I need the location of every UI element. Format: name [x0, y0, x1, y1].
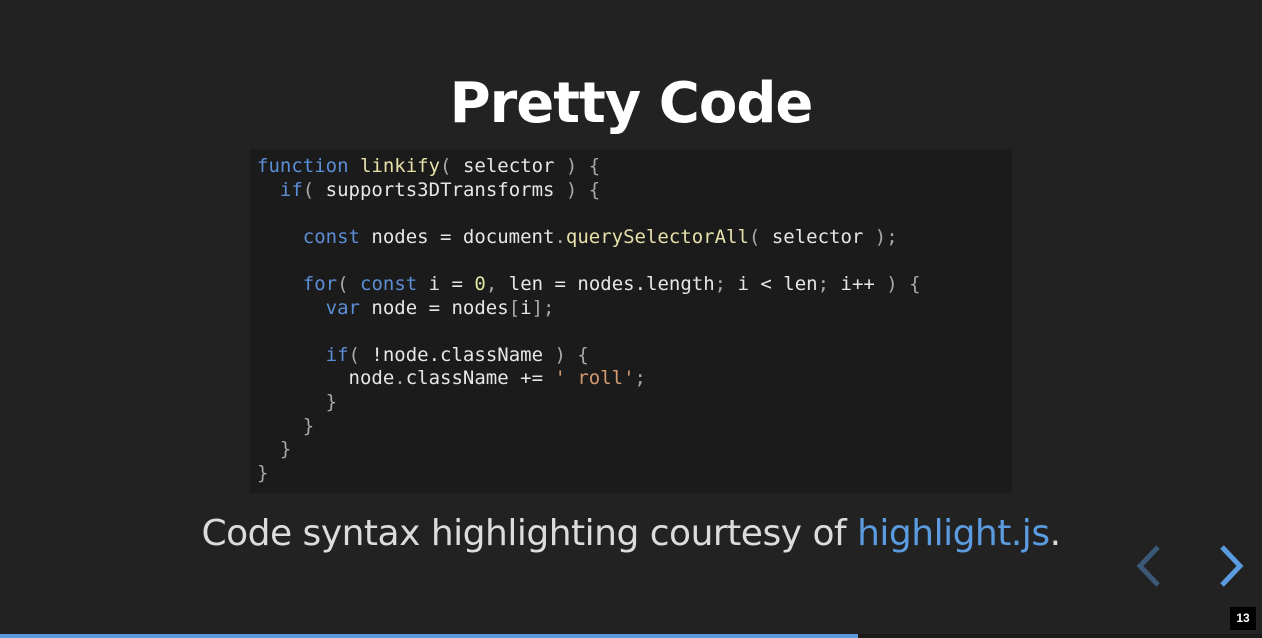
- code-token: (: [440, 155, 452, 177]
- code-line: var node = nodes[i];: [257, 297, 1012, 321]
- code-line: }: [257, 391, 1012, 415]
- code-token: var: [325, 296, 360, 319]
- code-token: if: [279, 178, 303, 201]
- next-slide-button[interactable]: [1214, 543, 1248, 589]
- code-line: node.className += ' roll';: [257, 367, 1012, 391]
- code-token: i =: [417, 272, 475, 295]
- code-line: function linkify( selector ) {: [257, 155, 1012, 179]
- code-token: const: [360, 272, 418, 295]
- code-token: (: [302, 178, 315, 201]
- code-token: const: [302, 225, 360, 248]
- code-token: ;: [714, 272, 727, 295]
- code-token: }: [325, 390, 338, 413]
- code-line: if( supports3DTransforms ) {: [257, 179, 1012, 203]
- code-line: }: [257, 438, 1012, 462]
- code-token: className +=: [405, 367, 555, 390]
- code-token: for: [302, 272, 338, 295]
- code-token: supports3DTransforms: [314, 178, 566, 201]
- progress-bar: [0, 634, 1262, 638]
- code-token: ;: [817, 272, 830, 295]
- code-block: function linkify( selector ) { if( suppo…: [250, 149, 1012, 493]
- code-token: i: [520, 296, 532, 319]
- code-token: ) {: [554, 343, 589, 366]
- code-token: );: [874, 225, 898, 248]
- code-line: }: [257, 415, 1012, 439]
- code-token: len = nodes.length: [497, 272, 715, 295]
- code-line: const nodes = document.querySelectorAll(…: [257, 226, 1012, 250]
- code-token: if: [325, 343, 349, 366]
- chevron-right-icon: [1220, 545, 1244, 587]
- code-line: if( !node.className ) {: [257, 344, 1012, 368]
- code-token: ) {: [886, 272, 921, 295]
- code-token: node = nodes: [359, 296, 509, 319]
- code-token: function: [257, 155, 349, 177]
- code-token: .: [394, 367, 406, 390]
- code-token: selector: [451, 155, 566, 177]
- prev-slide-button[interactable]: [1132, 543, 1166, 589]
- progress-bar-fill: [0, 634, 859, 638]
- code-line: for( const i = 0, len = nodes.length; i …: [257, 273, 1012, 297]
- code-token: ) {: [565, 155, 601, 177]
- code-token: [: [508, 296, 521, 319]
- code-token: }: [302, 414, 315, 437]
- chevron-left-icon: [1136, 545, 1160, 587]
- slide-caption: Code syntax highlighting courtesy of hig…: [0, 509, 1262, 559]
- code-token: linkify: [359, 155, 441, 177]
- code-token: ;: [634, 367, 646, 390]
- code-token: .: [554, 225, 566, 248]
- code-token: }: [279, 438, 292, 461]
- code-line: }: [257, 462, 1012, 486]
- code-token: node: [257, 367, 395, 390]
- code-token: (: [337, 272, 349, 295]
- caption-text: Code syntax highlighting courtesy of: [201, 513, 858, 554]
- code-token: i++: [829, 272, 887, 295]
- code-token: ,: [485, 272, 498, 295]
- slide-number: 13: [1230, 607, 1256, 630]
- code-token: !node.className: [359, 343, 555, 366]
- slide-title: Pretty Code: [449, 71, 814, 136]
- code-token: nodes = document: [359, 225, 555, 248]
- code-token: ' roll': [554, 367, 635, 390]
- code-token: 0: [474, 272, 486, 295]
- code-token: i < len: [726, 272, 818, 295]
- code-token: ) {: [565, 178, 601, 201]
- code-token: querySelectorAll: [565, 225, 749, 248]
- code-token: selector: [760, 225, 875, 248]
- code-token: (: [348, 343, 360, 366]
- highlightjs-link[interactable]: highlight.js: [857, 513, 1050, 554]
- code-token: (: [748, 225, 761, 248]
- code-token: }: [257, 461, 269, 484]
- code-token: ];: [531, 296, 555, 319]
- caption-period: .: [1049, 513, 1061, 554]
